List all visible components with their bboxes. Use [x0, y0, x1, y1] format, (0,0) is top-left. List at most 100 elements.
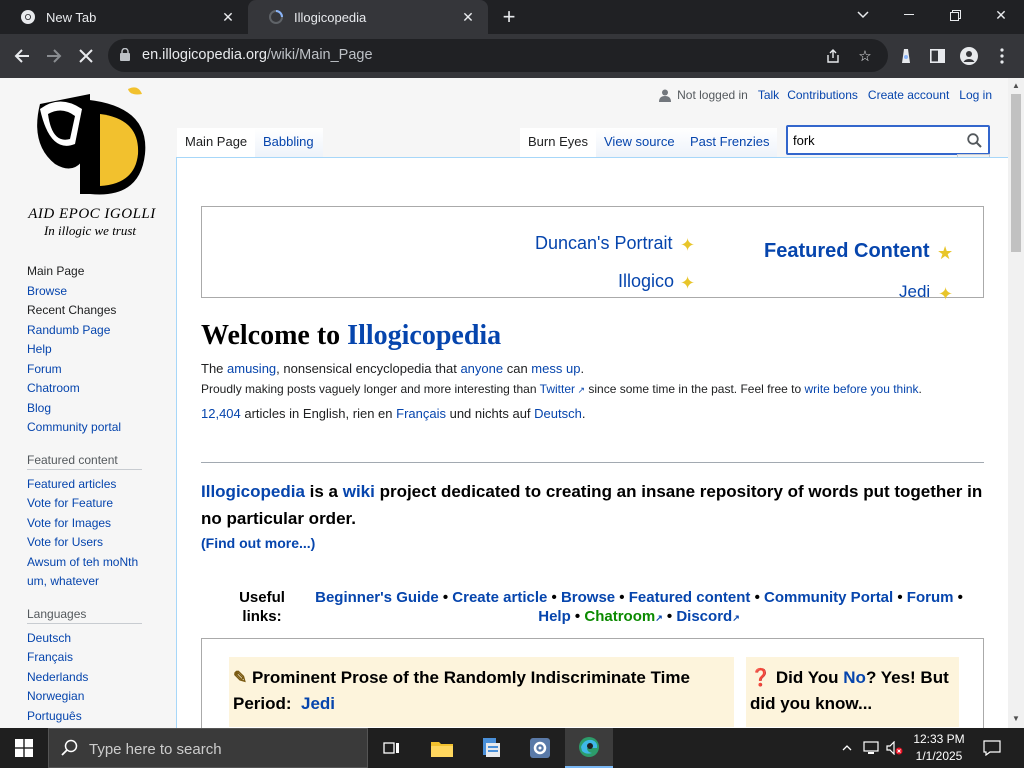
beginners-guide-link[interactable]: Beginner's Guide [315, 589, 439, 606]
forum-link[interactable]: Forum [907, 589, 954, 606]
page-scrollbar[interactable]: ▲ ▼ [1008, 78, 1024, 728]
extension-icon[interactable] [895, 45, 917, 67]
tab-main-page[interactable]: Main Page [177, 128, 256, 157]
system-clock[interactable]: 12:33 PM 1/1/2025 [910, 731, 968, 765]
menu-kebab-icon[interactable] [991, 45, 1013, 67]
back-arrow-icon[interactable] [6, 40, 38, 72]
search-input[interactable]: fork [786, 125, 990, 155]
amusing-link[interactable]: amusing [227, 361, 276, 376]
tab-view-source[interactable]: View source [596, 128, 683, 157]
restore-icon[interactable] [932, 0, 978, 30]
search-input-value[interactable]: fork [793, 133, 815, 148]
sidebar-item-lang-norwegian[interactable]: Norwegian [27, 687, 157, 707]
task-view-icon[interactable] [368, 728, 416, 768]
sidebar-item-lang-nederlands[interactable]: Nederlands [27, 668, 157, 688]
tab-past-frenzies[interactable]: Past Frenzies [682, 128, 778, 157]
duncans-portrait-link[interactable]: Duncan's Portrait [535, 233, 673, 254]
search-icon[interactable] [967, 133, 982, 153]
sidebar-item-vote-images[interactable]: Vote for Images [27, 514, 157, 534]
sidebar-item-featured-articles[interactable]: Featured articles [27, 475, 157, 495]
windows-start-icon[interactable] [0, 728, 48, 768]
featured-content-link[interactable]: Featured Content [764, 240, 930, 263]
twitter-link[interactable]: Twitter [540, 382, 575, 396]
new-tab-plus-icon[interactable]: + [496, 5, 522, 29]
featured-content-useful-link[interactable]: Featured content [629, 589, 751, 606]
close-tab-icon[interactable]: ✕ [216, 5, 240, 29]
volume-muted-icon[interactable] [884, 728, 906, 768]
create-article-link[interactable]: Create article [452, 589, 547, 606]
scroll-up-arrow-icon[interactable]: ▲ [1012, 81, 1020, 90]
tab-new-tab[interactable]: New Tab ✕ [0, 0, 248, 34]
anyone-link[interactable]: anyone [460, 361, 503, 376]
help-link[interactable]: Help [538, 608, 571, 625]
window-close-icon[interactable]: ✕ [978, 0, 1024, 30]
francais-link[interactable]: Français [396, 406, 446, 421]
find-out-more-link[interactable]: (Find out more...) [201, 535, 315, 551]
sidebar-item-chatroom[interactable]: Chatroom [27, 379, 157, 399]
sidebar-item-awsum[interactable]: Awsum of teh moNth [27, 553, 157, 573]
article-stats: 12,404 articles in English, rien en Fran… [201, 406, 586, 421]
contributions-link[interactable]: Contributions [787, 88, 858, 102]
forward-arrow-icon[interactable] [38, 40, 70, 72]
tab-illogicopedia[interactable]: Illogicopedia ✕ [248, 0, 488, 34]
settings-gear-icon[interactable] [516, 728, 564, 768]
browse-link[interactable]: Browse [561, 589, 615, 606]
sidebar-item-main-page[interactable]: Main Page [27, 262, 157, 282]
scroll-down-arrow-icon[interactable]: ▼ [1012, 714, 1020, 723]
sidebar-item-community-portal[interactable]: Community portal [27, 418, 157, 438]
share-icon[interactable] [824, 47, 842, 65]
sidebar-item-vote-feature[interactable]: Vote for Feature [27, 494, 157, 514]
url-text[interactable]: en.illogicopedia.org/wiki/Main_Page [142, 47, 373, 63]
network-icon[interactable] [860, 728, 882, 768]
useful-links-label: Useful links: [239, 589, 285, 625]
illogicopedia-link[interactable]: Illogicopedia [201, 482, 305, 501]
tab-burn-eyes[interactable]: Burn Eyes [520, 128, 596, 157]
side-panel-icon[interactable] [926, 45, 948, 67]
tab-search-chevron-icon[interactable] [840, 0, 886, 30]
show-hidden-icons-chevron-icon[interactable] [836, 728, 858, 768]
sidebar-item-lang-francais[interactable]: Français [27, 648, 157, 668]
illogico-link[interactable]: Illogico [618, 271, 674, 292]
talk-link[interactable]: Talk [758, 88, 779, 102]
bookmark-star-icon[interactable]: ☆ [856, 47, 874, 65]
profile-avatar-icon[interactable] [958, 45, 980, 67]
sidebar-item-browse[interactable]: Browse [27, 282, 157, 302]
edge-browser-icon[interactable] [565, 728, 613, 768]
lock-icon[interactable] [120, 47, 130, 66]
scrollbar-thumb[interactable] [1011, 94, 1021, 252]
tab-babbling[interactable]: Babbling [255, 128, 323, 157]
minimize-icon[interactable] [886, 0, 932, 30]
write-before-you-think-link[interactable]: write before you think [804, 382, 918, 396]
taskbar-search-input[interactable]: Type here to search [48, 728, 368, 768]
wiki-link[interactable]: wiki [343, 482, 375, 501]
chatroom-link[interactable]: Chatroom [584, 608, 655, 625]
article-count-link[interactable]: 12,404 [201, 406, 241, 421]
mess-up-link[interactable]: mess up [531, 361, 580, 376]
file-manager-icon[interactable] [467, 728, 515, 768]
sidebar-item-recent-changes[interactable]: Recent Changes [27, 301, 157, 321]
sidebar-item-blog[interactable]: Blog [27, 399, 157, 419]
deutsch-link[interactable]: Deutsch [534, 406, 582, 421]
sidebar-item-um-whatever[interactable]: um, whatever [27, 572, 157, 592]
illogicopedia-title-link[interactable]: Illogicopedia [347, 320, 501, 351]
site-logo[interactable]: AID EPOC IGOLLI In illogic we trust [20, 84, 160, 238]
no-link[interactable]: No [843, 668, 866, 687]
address-bar[interactable]: en.illogicopedia.org/wiki/Main_Page ☆ [108, 39, 888, 72]
sidebar-item-vote-users[interactable]: Vote for Users [27, 533, 157, 553]
community-portal-link[interactable]: Community Portal [764, 589, 893, 606]
sidebar-item-forum[interactable]: Forum [27, 360, 157, 380]
stop-loading-icon[interactable] [70, 40, 102, 72]
sidebar-item-lang-deutsch[interactable]: Deutsch [27, 629, 157, 649]
log-in-link[interactable]: Log in [959, 88, 992, 102]
sidebar-item-randumb-page[interactable]: Randumb Page [27, 321, 157, 341]
discord-link[interactable]: Discord [676, 608, 732, 625]
sidebar-item-lang-portugues[interactable]: Português [27, 707, 157, 727]
prose-jedi-link[interactable]: Jedi [301, 694, 335, 713]
file-explorer-icon[interactable] [418, 728, 466, 768]
notifications-icon[interactable] [978, 728, 1006, 768]
jedi-link[interactable]: Jedi [899, 282, 930, 302]
taskbar-search-placeholder: Type here to search [89, 741, 222, 758]
close-tab-icon[interactable]: ✕ [456, 5, 480, 29]
sidebar-item-help[interactable]: Help [27, 340, 157, 360]
create-account-link[interactable]: Create account [868, 88, 949, 102]
